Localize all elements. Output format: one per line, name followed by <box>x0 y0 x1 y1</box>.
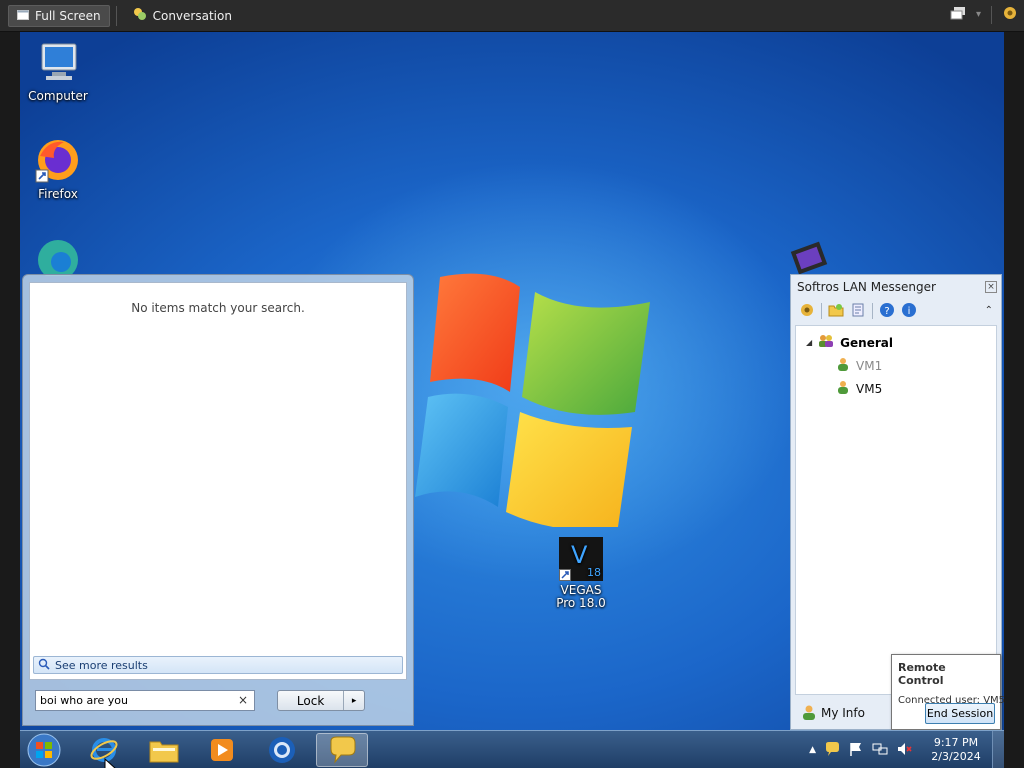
toolbar-separator <box>821 303 822 319</box>
contact-name: VM1 <box>856 358 883 373</box>
vegas-badge-letter: V <box>571 541 588 569</box>
my-info-label: My Info <box>821 706 865 720</box>
desktop-icon-label: Computer <box>28 89 88 103</box>
volume-muted-icon[interactable] <box>896 741 912 760</box>
viewer-right-controls: ▾ <box>950 5 1018 24</box>
history-icon[interactable] <box>850 302 866 321</box>
computer-icon <box>34 38 82 86</box>
group-name: General <box>840 335 893 350</box>
taskbar-lan-messenger[interactable] <box>316 733 368 767</box>
conversation-icon <box>133 7 147 24</box>
lock-button[interactable]: Lock ▸ <box>277 690 365 711</box>
taskbar-file-explorer[interactable] <box>138 733 190 767</box>
desktop-icon-edge[interactable] <box>20 236 96 276</box>
contact-item[interactable]: VM1 <box>836 357 882 374</box>
search-input[interactable] <box>40 694 230 707</box>
windows-switch-icon[interactable] <box>950 6 966 23</box>
window-icon <box>17 9 29 23</box>
start-search-pane: No items match your search. See more res… <box>22 274 414 726</box>
collapse-toolbar-icon[interactable]: ⌃ <box>985 305 993 316</box>
network-icon[interactable] <box>872 741 888 760</box>
edge-icon <box>34 236 82 276</box>
show-hidden-icons-icon[interactable]: ▲ <box>809 745 816 755</box>
taskbar-chrome[interactable] <box>256 733 308 767</box>
folder-icon[interactable] <box>828 302 844 321</box>
help-icon[interactable]: ? <box>879 302 895 321</box>
contact-name: VM5 <box>856 381 883 396</box>
mouse-cursor-icon <box>104 758 116 768</box>
system-clock[interactable]: 9:17 PM 2/3/2024 <box>926 736 986 764</box>
close-icon[interactable]: × <box>985 281 997 293</box>
remote-control-popup: Remote Control Connected user: VM5 End S… <box>891 654 1004 730</box>
remote-control-title: Remote Control <box>898 661 946 687</box>
file-explorer-icon <box>149 741 179 763</box>
toolbar-separator <box>991 5 992 24</box>
action-center-flag-icon[interactable] <box>848 741 864 760</box>
desktop-icon-computer[interactable]: Computer <box>20 38 96 103</box>
toolbar-separator <box>115 5 117 26</box>
svg-text:?: ? <box>884 306 889 317</box>
messenger-title: Softros LAN Messenger <box>797 280 936 294</box>
tree-expand-icon[interactable]: ◢ <box>806 338 812 347</box>
conversation-label: Conversation <box>152 8 232 23</box>
chevron-down-icon[interactable]: ▾ <box>976 9 981 20</box>
media-player-icon <box>211 739 233 761</box>
see-more-results-link[interactable]: See more results <box>33 656 403 674</box>
svg-text:i: i <box>908 306 911 317</box>
info-icon[interactable]: i <box>901 302 917 321</box>
messenger-icon <box>330 736 356 764</box>
see-more-results-label: See more results <box>55 658 148 672</box>
show-desktop-button[interactable] <box>992 731 1004 768</box>
user-online-icon <box>836 380 850 397</box>
taskbar-media-player[interactable] <box>196 733 248 767</box>
clear-search-icon[interactable]: × <box>238 693 248 707</box>
messenger-toolbar: ? i <box>791 299 1001 323</box>
messenger-title-bar[interactable]: Softros LAN Messenger <box>791 275 1001 299</box>
settings-icon[interactable] <box>799 302 815 321</box>
desktop-icon-firefox[interactable]: Firefox <box>20 136 96 201</box>
search-icon <box>38 658 50 673</box>
windows-start-icon <box>27 733 61 767</box>
lock-options-arrow[interactable]: ▸ <box>343 691 364 710</box>
taskbar: ▲ 9:17 PM 2/3/2024 <box>20 730 1004 768</box>
shortcut-arrow-icon <box>559 569 571 581</box>
start-search-box[interactable]: × <box>35 690 255 711</box>
group-icon <box>818 334 834 351</box>
group-general[interactable]: ◢ General <box>806 334 893 351</box>
chrome-icon <box>269 737 295 763</box>
vegas-pro-icon: V 18 <box>559 537 603 581</box>
desktop-icon-label: VEGAS Pro 18.0 <box>556 583 606 610</box>
lock-button-label: Lock <box>296 693 325 708</box>
system-tray: ▲ 9:17 PM 2/3/2024 <box>809 731 986 768</box>
clock-date: 2/3/2024 <box>931 750 981 763</box>
full-screen-button[interactable]: Full Screen <box>8 4 110 27</box>
search-results-panel: No items match your search. See more res… <box>29 282 407 680</box>
desktop-icon-vegas-pro[interactable]: V 18 VEGAS Pro 18.0 <box>543 537 619 610</box>
remote-desktop[interactable]: Computer Firefox V 18 VEGAS Pro 18.0 No … <box>20 32 1004 768</box>
viewer-toolbar: Full Screen Conversation ▾ <box>0 0 1024 32</box>
messenger-tray-icon[interactable] <box>824 741 840 760</box>
user-offline-icon <box>836 357 850 374</box>
full-screen-label: Full Screen <box>35 8 101 23</box>
vegas-badge-number: 18 <box>587 566 601 579</box>
contact-item[interactable]: VM5 <box>836 380 882 397</box>
start-button[interactable] <box>26 732 62 768</box>
settings-gear-icon[interactable] <box>1002 5 1018 24</box>
firefox-icon <box>34 136 82 184</box>
clock-time: 9:17 PM <box>933 736 979 749</box>
user-icon <box>801 704 817 723</box>
end-session-button[interactable]: End Session <box>925 703 995 724</box>
contact-list: ◢ General VM1 VM5 <box>795 325 997 695</box>
conversation-button[interactable]: Conversation <box>125 5 240 27</box>
desktop-icon-label: Firefox <box>38 187 78 201</box>
windows-logo <box>415 273 650 527</box>
toolbar-separator <box>872 303 873 319</box>
no-results-message: No items match your search. <box>131 301 305 315</box>
